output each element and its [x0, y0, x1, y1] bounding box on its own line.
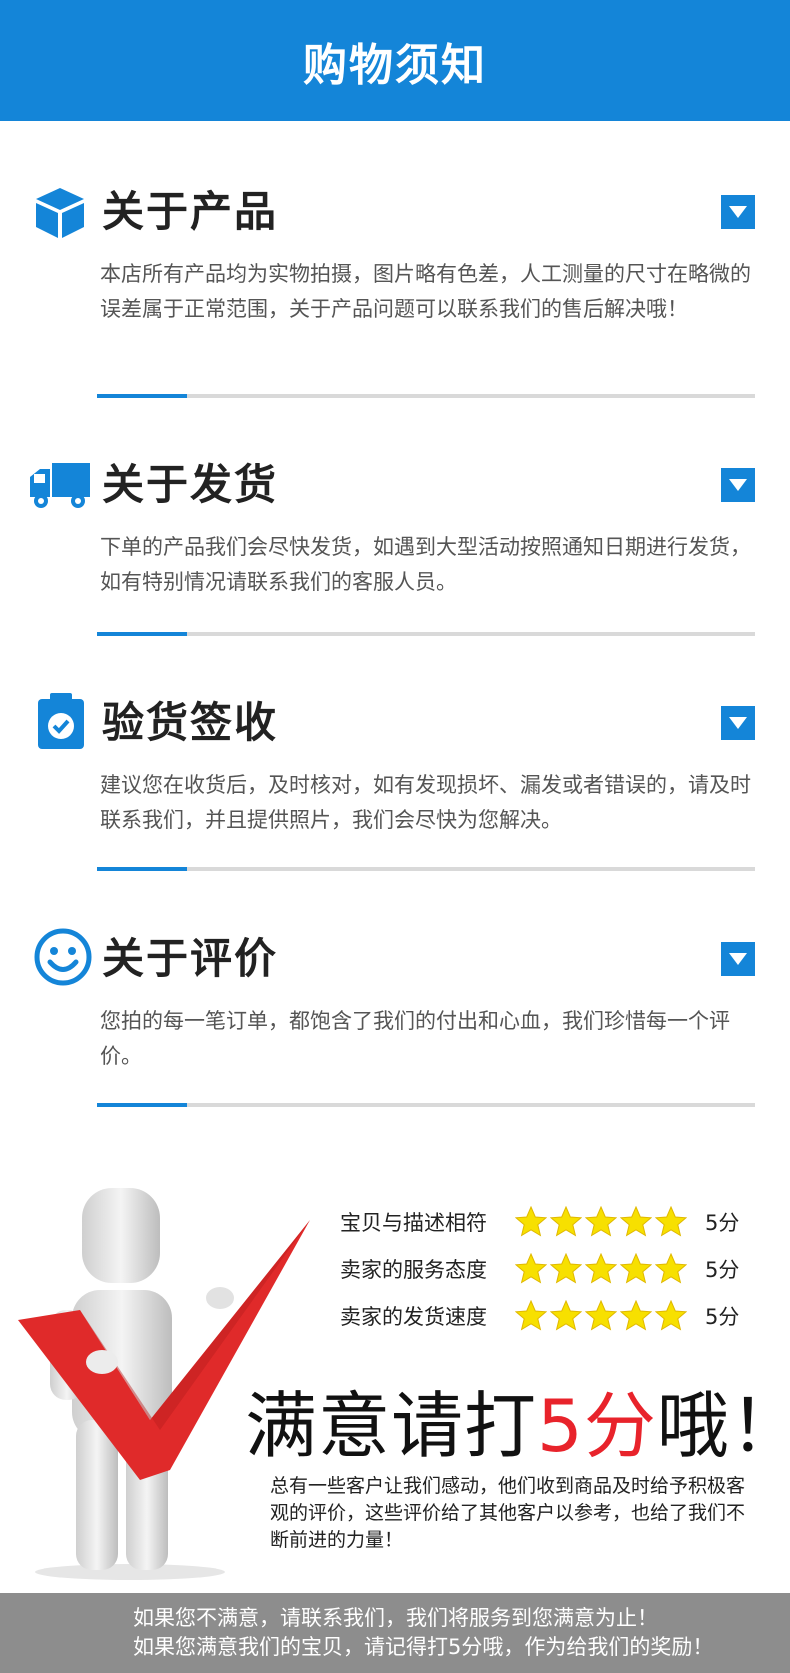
star-icon [550, 1300, 582, 1331]
footer-banner: 如果您不满意，请联系我们，我们将服务到您满意为止！ 如果您满意我们的宝贝，请记得… [0, 1593, 790, 1673]
star-icon [515, 1253, 547, 1284]
triangle-down-icon [729, 206, 747, 218]
star-icon [620, 1300, 652, 1331]
section-divider [97, 394, 755, 398]
footer-line: 如果您满意我们的宝贝，请记得打5分哦，作为给我们的奖励！ [133, 1635, 714, 1659]
star-icon [550, 1253, 582, 1284]
star-icon [620, 1206, 652, 1237]
box-icon [30, 182, 90, 242]
star-icon [655, 1253, 687, 1284]
star-rating [515, 1206, 693, 1238]
star-rating [515, 1253, 693, 1285]
rating-score: 5分 [705, 1211, 740, 1235]
star-icon [515, 1300, 547, 1331]
section-body: 您拍的每一笔订单，都饱含了我们的付出和心血，我们珍惜每一个评价。 [100, 1009, 730, 1068]
section-body: 本店所有产品均为实物拍摄，图片略有色差，人工测量的尺寸在略微的误差属于正常范围，… [100, 262, 751, 321]
triangle-down-icon [729, 479, 747, 491]
rating-row: 卖家的服务态度 5分 [340, 1249, 739, 1289]
rating-row: 宝贝与描述相符 5分 [340, 1202, 739, 1242]
clipboard-check-icon [34, 691, 94, 751]
section-title: 关于评价 [102, 934, 279, 983]
star-rating [515, 1300, 693, 1332]
star-icon [550, 1206, 582, 1237]
star-icon [620, 1253, 652, 1284]
rating-row: 卖家的发货速度 5分 [340, 1296, 739, 1336]
slogan-suffix: 哦！ [656, 1384, 790, 1468]
section-product: 关于产品 本店所有产品均为实物拍摄，图片略有色差，人工测量的尺寸在略微的误差属于… [0, 170, 790, 400]
star-icon [585, 1300, 617, 1331]
slogan: 满意请打5分哦！ [245, 1367, 790, 1472]
praise-text: 总有一些客户让我们感动，他们收到商品及时给予积极客观的评价，这些评价给了其他客户… [270, 1475, 746, 1551]
slogan-prefix: 满意请打 [245, 1384, 538, 1468]
page-header: 购物须知 [0, 0, 790, 121]
slogan-highlight: 5分 [537, 1384, 657, 1468]
star-icon [585, 1206, 617, 1237]
page-title: 购物须知 [303, 39, 487, 91]
section-body: 下单的产品我们会尽快发货，如遇到大型活动按照通知日期进行发货，如有特别情况请联系… [100, 535, 751, 594]
rating-label: 卖家的发货速度 [340, 1305, 487, 1329]
rating-label: 宝贝与描述相符 [340, 1211, 487, 1235]
section-title: 关于发货 [102, 460, 279, 509]
rating-score: 5分 [705, 1258, 740, 1282]
section-shipping: 关于发货 下单的产品我们会尽快发货，如遇到大型活动按照通知日期进行发货，如有特别… [0, 443, 790, 643]
star-icon [585, 1253, 617, 1284]
section-divider [97, 1103, 755, 1107]
section-title: 关于产品 [102, 187, 279, 236]
smiley-icon [33, 927, 93, 987]
rating-label: 卖家的服务态度 [340, 1258, 487, 1282]
expand-toggle[interactable] [721, 706, 755, 740]
triangle-down-icon [729, 953, 747, 965]
section-divider [97, 867, 755, 871]
section-inspection: 验货签收 建议您在收货后，及时核对，如有发现损坏、漏发或者错误的，请及时联系我们… [0, 681, 790, 881]
footer-line: 如果您不满意，请联系我们，我们将服务到您满意为止！ [133, 1606, 658, 1630]
truck-icon [28, 455, 90, 515]
section-title: 验货签收 [102, 698, 279, 747]
section-review: 关于评价 您拍的每一笔订单，都饱含了我们的付出和心血，我们珍惜每一个评价。 [0, 917, 790, 1117]
triangle-down-icon [729, 717, 747, 729]
star-icon [655, 1300, 687, 1331]
rating-score: 5分 [705, 1305, 740, 1329]
expand-toggle[interactable] [721, 195, 755, 229]
star-icon [515, 1206, 547, 1237]
expand-toggle[interactable] [721, 942, 755, 976]
section-body: 建议您在收货后，及时核对，如有发现损坏、漏发或者错误的，请及时联系我们，并且提供… [100, 773, 751, 832]
star-icon [655, 1206, 687, 1237]
expand-toggle[interactable] [721, 468, 755, 502]
section-divider [97, 632, 755, 636]
